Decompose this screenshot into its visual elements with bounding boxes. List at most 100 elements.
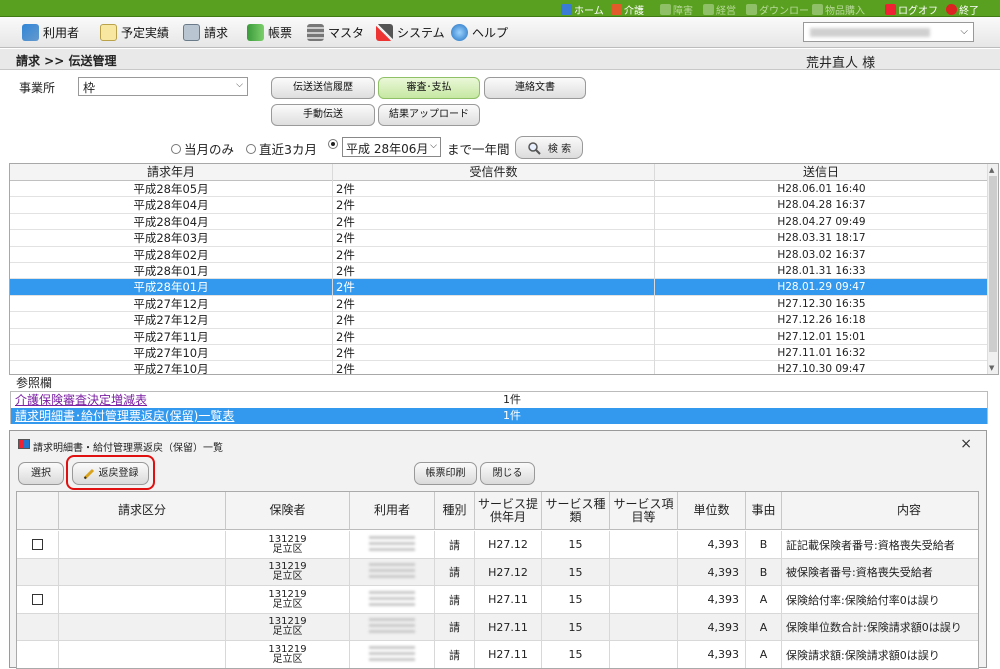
menu-schedule[interactable]: 予定実績 xyxy=(100,24,169,41)
insurer-text: 131219 足立区 xyxy=(268,562,306,582)
units-cell: 4,393 xyxy=(678,586,746,614)
grid-header-content[interactable]: 内容 xyxy=(782,492,978,530)
row-checkbox[interactable] xyxy=(32,594,43,606)
table-row[interactable]: 平成28年04月 2件 H28.04.27 09:49 xyxy=(10,214,988,231)
table-row[interactable]: 平成28年01月 2件 H28.01.31 16:33 xyxy=(10,263,988,280)
units-cell: 4,393 xyxy=(678,531,746,558)
radio-circle-selected[interactable] xyxy=(328,139,338,149)
reference-count: 1件 xyxy=(503,393,521,406)
radio-last-3-months[interactable]: 直近3カ月 xyxy=(246,139,317,158)
top-link-exit[interactable]: 終了 xyxy=(946,2,979,17)
search-button-label: 検 索 xyxy=(547,144,572,155)
grid-header-service-month[interactable]: サービス提供年月 xyxy=(475,492,542,530)
insurer-name: 足立区 xyxy=(272,626,303,638)
menu-forms[interactable]: 帳票 xyxy=(247,24,292,41)
scroll-down-icon[interactable]: ▼ xyxy=(989,364,994,372)
scroll-up-icon[interactable]: ▲ xyxy=(989,166,994,174)
sent-date-cell: H28.04.28 16:37 xyxy=(777,199,866,212)
user-cell xyxy=(350,558,435,586)
menu-billing[interactable]: 請求 xyxy=(183,24,228,41)
sent-date-cell: H27.11.01 16:32 xyxy=(777,347,866,359)
units-cell: 4,393 xyxy=(678,558,746,586)
transmission-history-button[interactable]: 伝送送信履歴 xyxy=(271,77,375,99)
print-forms-button[interactable]: 帳票印刷 xyxy=(414,462,477,485)
table-row[interactable]: 平成27年12月 2件 H27.12.26 16:18 xyxy=(10,312,988,329)
table-row[interactable]: 平成27年10月 2件 H27.10.30 09:47 xyxy=(10,361,988,374)
grid-row[interactable]: 131219足立区請H27.12154,393B被保険者番号:資格喪失受給者12… xyxy=(17,558,978,587)
table-row[interactable]: 平成28年03月 2件 H28.03.31 18:17 xyxy=(10,230,988,247)
table-row-selected[interactable]: 平成28年01月 2件 H28.01.29 09:47 xyxy=(10,279,988,296)
menu-help[interactable]: ヘルプ xyxy=(451,24,508,41)
table-row[interactable]: 平成28年02月 2件 H28.03.02 16:37 xyxy=(10,247,988,263)
select-button[interactable]: 選択 xyxy=(18,462,64,485)
service-month-cell: H27.11 xyxy=(475,586,542,614)
service-item-cell xyxy=(610,558,678,586)
grid-row[interactable]: 131219 足立区 請 H27.12 15 4,393 B 証記載保険者番号:資格喪失受給者… xyxy=(17,531,978,559)
user-cell xyxy=(350,531,435,558)
reference-link[interactable]: 請求明細書･給付管理票返戻(保留)一覧表 xyxy=(15,408,234,424)
top-link-care[interactable]: 介護 xyxy=(611,2,644,17)
top-link-home[interactable]: ホーム xyxy=(561,2,604,17)
table-scrollbar[interactable]: ▲ ▼ xyxy=(987,164,998,374)
radio-one-year[interactable] xyxy=(328,139,338,149)
radio-circle[interactable] xyxy=(246,143,256,154)
result-upload-button[interactable]: 結果アップロード xyxy=(378,104,480,126)
grid-header-billing-type[interactable]: 請求区分 xyxy=(59,492,226,530)
menu-label: マスタ xyxy=(328,26,365,40)
grid-header-reason[interactable]: 事由 xyxy=(746,492,782,530)
billing-month-cell: 平成28年05月 xyxy=(133,182,209,196)
top-link-disability[interactable]: 障害 xyxy=(660,2,693,17)
reference-row-selected[interactable]: 請求明細書･給付管理票返戻(保留)一覧表 1件 xyxy=(11,408,987,424)
contact-documents-button[interactable]: 連絡文書 xyxy=(484,77,586,99)
column-header-sent-date[interactable]: 送信日 xyxy=(655,164,988,181)
period-select[interactable]: 平成 28年06月 ⌵ xyxy=(342,137,441,157)
grid-header-service-item[interactable]: サービス項目等 xyxy=(610,492,678,530)
reference-row[interactable]: 介護保険審査決定増減表 1件 xyxy=(11,392,987,408)
table-row[interactable]: 平成27年10月 2件 H27.11.01 16:32 xyxy=(10,345,988,362)
search-button[interactable]: 検 索 xyxy=(515,136,583,159)
menu-users[interactable]: 利用者 xyxy=(22,24,79,41)
menu-system[interactable]: システム xyxy=(376,24,445,41)
sent-date-cell: H28.06.01 16:40 xyxy=(777,183,866,195)
grid-header-user[interactable]: 利用者 xyxy=(350,492,435,530)
table-row[interactable]: 平成28年05月 2件 H28.06.01 16:40 xyxy=(10,181,988,198)
grid-header-units[interactable]: 単位数 xyxy=(678,492,746,530)
grid-row[interactable]: 131219 足立区 請 H27.11 15 4,393 A 保険単位数合計:保険請求額0は誤… xyxy=(17,613,978,642)
menu-master[interactable]: マスタ xyxy=(307,24,364,41)
service-type-cell: 15 xyxy=(542,586,610,614)
grid-header-service-type[interactable]: サービス種類 xyxy=(542,492,610,530)
grid-header-kind[interactable]: 種別 xyxy=(435,492,475,530)
close-icon[interactable]: × xyxy=(960,436,972,452)
row-checkbox[interactable] xyxy=(32,539,43,550)
table-row[interactable]: 平成28年04月 2件 H28.04.28 16:37 xyxy=(10,197,988,214)
table-row[interactable]: 平成27年11月 2件 H27.12.01 15:01 xyxy=(10,329,988,345)
account-select[interactable]: ⌵ xyxy=(803,22,974,42)
review-payment-button[interactable]: 審査･支払 xyxy=(378,77,480,99)
content-cell: 証記載保険者番号:資格喪失受給者 xyxy=(782,531,978,558)
top-link-management[interactable]: 経営 xyxy=(703,2,736,17)
top-link-logoff[interactable]: ログオフ xyxy=(885,2,938,17)
radio-label: 当月のみ xyxy=(184,142,235,157)
top-link-purchase[interactable]: 物品購入 xyxy=(812,2,865,17)
grid-header-insurer[interactable]: 保険者 xyxy=(226,492,350,530)
insurer-cell: 131219 足立区 xyxy=(226,531,350,558)
grid-row[interactable]: 131219足立区請H27.11154,393A保険請求額:保険請求額0は誤りA… xyxy=(17,641,978,668)
grid-row[interactable]: 131219足立区請H27.11154,393A保険給付率:保険給付率0は誤りA… xyxy=(17,586,978,614)
top-link-download[interactable]: ダウンロード xyxy=(746,2,819,17)
column-header-received-count[interactable]: 受信件数 xyxy=(333,164,655,181)
manual-transmission-button[interactable]: 手動伝送 xyxy=(271,104,375,126)
office-select[interactable]: 枠 ⌵ xyxy=(78,77,248,96)
grid-header-checkbox[interactable] xyxy=(17,492,59,530)
radio-circle[interactable] xyxy=(171,143,181,154)
table-row[interactable]: 平成27年12月 2件 H27.12.30 16:35 xyxy=(10,296,988,313)
blurred-user-name xyxy=(369,645,415,664)
reference-link[interactable]: 介護保険審査決定増減表 xyxy=(15,392,147,408)
content-cell: 保険単位数合計:保険請求額0は誤り xyxy=(782,614,978,641)
scrollbar-thumb[interactable] xyxy=(989,176,997,352)
column-header-billing-month[interactable]: 請求年月 xyxy=(10,164,333,181)
radio-current-month[interactable]: 当月のみ xyxy=(171,139,234,158)
care-icon xyxy=(611,4,622,15)
service-item-cell xyxy=(610,586,678,614)
period-suffix: まで一年間 xyxy=(447,142,510,157)
dialog-close-button[interactable]: 閉じる xyxy=(480,462,535,485)
